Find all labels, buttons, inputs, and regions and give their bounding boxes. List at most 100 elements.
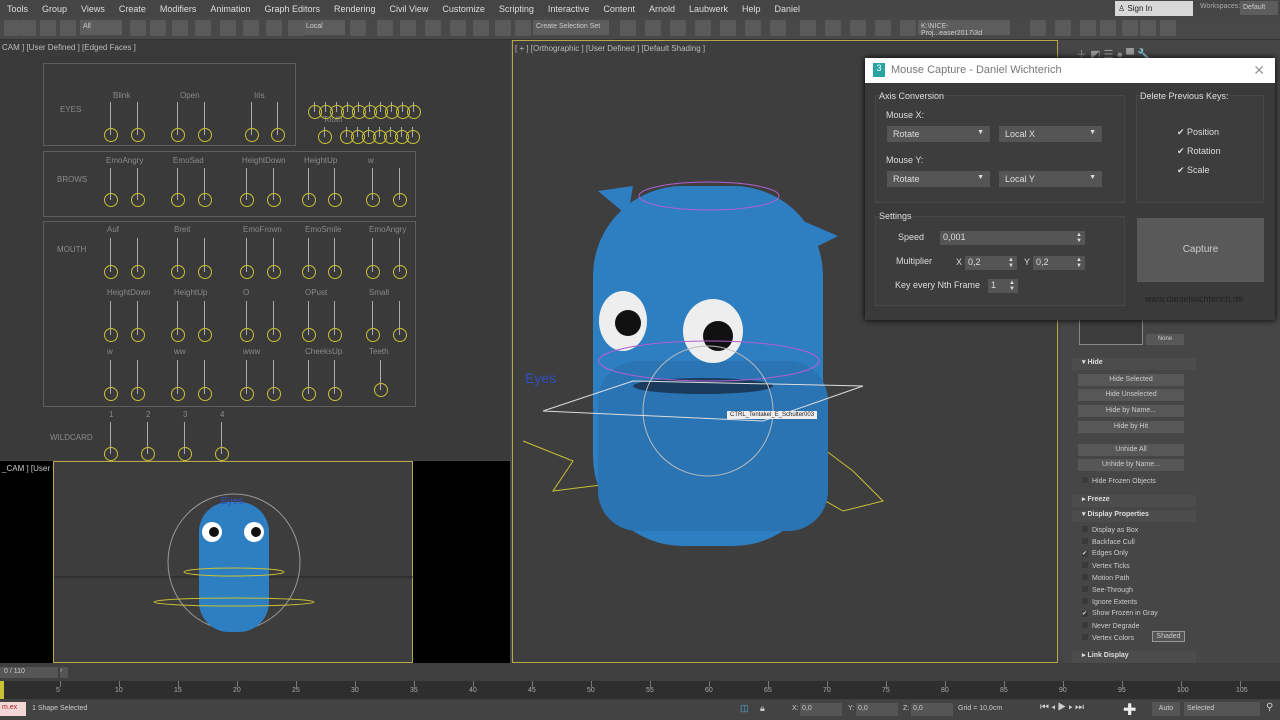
menu-animation[interactable]: Animation [203,4,257,14]
toolbar-tool-icon[interactable] [266,20,282,36]
rig-slider-knob[interactable] [366,328,380,342]
scale-checkbox[interactable]: ✔ Scale [1177,165,1210,176]
none-button[interactable]: None [1146,334,1184,345]
rig-slider-knob[interactable] [104,265,118,279]
capture-button[interactable]: Capture [1137,218,1264,282]
rig-slider-knob[interactable] [104,193,118,207]
rig-slider-knob[interactable] [240,193,254,207]
rig-slider-knob[interactable] [171,193,185,207]
checkbox-box[interactable]: ✔ [1082,611,1088,617]
rig-slider-knob[interactable] [302,387,316,401]
rig-slider-knob[interactable] [198,128,212,142]
rig-slider-knob[interactable] [267,193,281,207]
toolbar-tool-icon[interactable] [495,20,511,36]
checkbox-box[interactable] [1082,634,1088,640]
menu-help[interactable]: Help [735,4,768,14]
display-property-checkbox[interactable]: ✔ Edges Only [1082,550,1128,557]
rig-slider-knob[interactable] [393,265,407,279]
toolbar-tool-icon[interactable] [400,20,416,36]
search-icon[interactable]: ⚲ [1266,702,1273,713]
multiplier-x-spinner[interactable]: 0,2 ▲ ▼ [965,256,1017,270]
dialog-title-bar[interactable]: 3 Mouse Capture - Daniel Wichterich ✕ [865,58,1275,83]
rig-slider-knob[interactable] [240,328,254,342]
rig-slider-knob[interactable] [240,265,254,279]
toolbar-tool-icon[interactable] [243,20,259,36]
menu-interactive[interactable]: Interactive [541,4,597,14]
rig-slider-knob[interactable] [407,105,421,119]
rig-slider-knob[interactable] [178,447,192,461]
toolbar-tool-icon[interactable] [1100,20,1116,36]
toolbar-tool-icon[interactable] [1160,20,1176,36]
key-nth-frame-spinner[interactable]: 1 ▲ ▼ [988,279,1018,293]
rig-slider-knob[interactable] [104,128,118,142]
link-display-rollout-header[interactable]: ▸ Link Display [1072,651,1196,663]
speed-spinner[interactable]: 0,001 ▲ ▼ [940,231,1085,245]
rig-slider-knob[interactable] [406,130,420,144]
lock-icon[interactable]: 🔒︎ [760,703,765,714]
checkbox-box[interactable] [1082,622,1088,628]
shaded-button[interactable]: Shaded [1152,631,1185,642]
menu-daniel[interactable]: Daniel [768,4,808,14]
maxscript-listener[interactable]: m.ex [0,702,26,716]
toolbar-tool-icon[interactable] [130,20,146,36]
rig-slider-knob[interactable] [171,328,185,342]
hide-button-5[interactable]: Unhide by Name... [1078,459,1184,471]
viewport-camera[interactable]: _CAM ] [User Defined ] [Default Shading … [0,461,510,663]
hide-button-0[interactable]: Hide Selected [1078,374,1184,386]
track-bar[interactable]: 5 10 15 20 25 30 35 40 45 50 55 60 65 70 75 80 85 90 95 100… [0,681,1280,699]
toolbar-tool-icon[interactable] [850,20,866,36]
menu-graph-editors[interactable]: Graph Editors [257,4,327,14]
checkbox-box[interactable]: ✔ [1082,551,1088,557]
spinner-arrows-icon[interactable]: ▲ ▼ [1076,257,1082,269]
freeze-rollout-header[interactable]: ▸ Freeze [1072,495,1196,507]
sign-in-button[interactable]: ♙ Sign In [1115,1,1193,16]
toolbar-tool-icon[interactable] [900,20,916,36]
display-property-checkbox[interactable]: Vertex Colors [1082,634,1134,642]
reference-coord-dropdown[interactable]: Local [303,20,345,35]
menu-content[interactable]: Content [596,4,642,14]
rig-slider-knob[interactable] [328,193,342,207]
toolbar-tool-icon[interactable] [695,20,711,36]
spinner-arrows-icon[interactable]: ▲ ▼ [1009,280,1015,292]
auto-key-button[interactable]: Auto [1152,702,1180,716]
menu-arnold[interactable]: Arnold [642,4,682,14]
toolbar-tool-icon[interactable] [645,20,661,36]
toolbar-tool-icon[interactable] [670,20,686,36]
toolbar-tool-icon[interactable] [745,20,761,36]
go-to-start-icon[interactable]: ⏮ [1040,702,1051,713]
rig-slider-knob[interactable] [141,447,155,461]
rig-slider-knob[interactable] [104,387,118,401]
multiplier-y-spinner[interactable]: 0,2 ▲ ▼ [1033,256,1085,270]
hide-button-4[interactable]: Unhide All [1078,444,1184,456]
key-filter-dropdown[interactable]: Selected [1184,702,1260,716]
menu-group[interactable]: Group [35,4,74,14]
close-icon[interactable]: ✕ [1253,62,1265,79]
toolbar-tool-icon[interactable] [825,20,841,36]
toolbar-tool-icon[interactable] [620,20,636,36]
mouse-y-axis-dropdown[interactable]: Local Y ▼ [999,171,1102,187]
hide-frozen-checkbox[interactable]: Hide Frozen Objects [1082,477,1156,485]
rig-slider-knob[interactable] [171,265,185,279]
rig-slider-knob[interactable] [267,265,281,279]
rig-slider-knob[interactable] [318,130,332,144]
checkbox-box[interactable] [1082,538,1088,544]
display-property-checkbox[interactable]: See-Through [1082,586,1133,594]
display-property-checkbox[interactable]: Ignore Extents [1082,598,1137,606]
display-property-checkbox[interactable]: Motion Path [1082,574,1129,582]
menu-create[interactable]: Create [112,4,153,14]
color-swatch[interactable] [1079,318,1143,345]
rig-slider-knob[interactable] [131,328,145,342]
rig-slider-knob[interactable] [131,128,145,142]
hide-button-3[interactable]: Hide by Hit [1078,421,1184,433]
toolbar-tool-icon[interactable] [4,20,20,36]
menu-tools[interactable]: Tools [0,4,35,14]
viewport-label[interactable]: CAM ] [User Defined ] [Edged Faces ] [2,43,136,52]
rig-slider-knob[interactable] [374,383,388,397]
toolbar-tool-icon[interactable] [720,20,736,36]
rig-slider-knob[interactable] [198,328,212,342]
rig-slider-knob[interactable] [131,193,145,207]
toolbar-tool-icon[interactable] [1030,20,1046,36]
rig-slider-knob[interactable] [302,265,316,279]
toolbar-tool-icon[interactable] [288,20,304,36]
mouse-x-mode-dropdown[interactable]: Rotate ▼ [887,126,990,142]
